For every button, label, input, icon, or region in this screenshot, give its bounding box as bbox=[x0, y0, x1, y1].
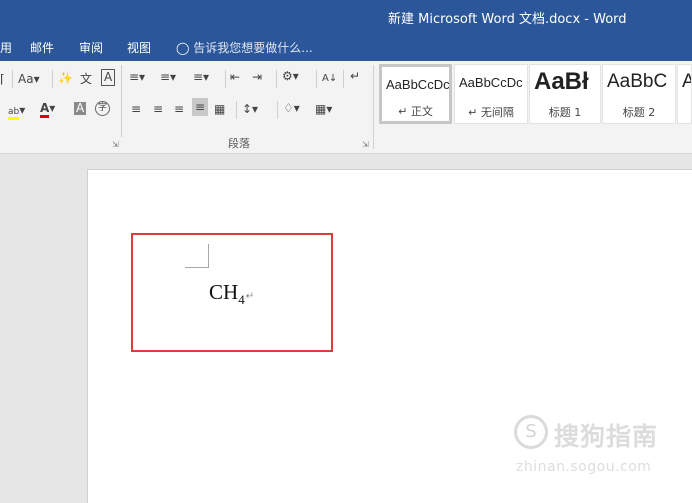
paragraph-group-label: 段落 bbox=[228, 137, 250, 150]
char-border-button[interactable]: A bbox=[101, 69, 116, 86]
shading-bucket-icon[interactable]: ♢▾ bbox=[283, 101, 300, 115]
watermark-brand: 搜狗指南 bbox=[554, 422, 659, 451]
highlight-box bbox=[131, 233, 333, 352]
enclose-char-button[interactable]: 字 bbox=[95, 101, 110, 116]
enclose-label: 字 bbox=[97, 103, 107, 113]
style-normal[interactable]: AaBbCcDc ↵ 正文 bbox=[379, 64, 452, 124]
chinese-layout-button[interactable]: ⚙▾ bbox=[282, 69, 299, 83]
tab-review[interactable]: 审阅 bbox=[79, 39, 103, 56]
ribbon: ⌈ Aa▾ ✨ 文 A ab▾ A▾ A 字 ⇲ ≡▾ ≡▾ ≡▾ ⇤ ⇥ ⚙▾… bbox=[0, 61, 692, 154]
style-title-sample: A bbox=[682, 71, 691, 93]
distributed-icon[interactable]: ▦ bbox=[214, 102, 225, 116]
align-left-icon[interactable]: ≡ bbox=[131, 102, 141, 116]
highlight-label: ab bbox=[8, 107, 20, 120]
justify-icon[interactable]: ≡ bbox=[192, 98, 209, 116]
style-title-partial[interactable]: A bbox=[677, 64, 692, 124]
tell-me-box[interactable]: ◯ 告诉我您想要做什么... bbox=[176, 39, 313, 56]
title-bar: 新建 Microsoft Word 文档.docx - Word bbox=[0, 0, 692, 33]
change-case-button[interactable]: Aa▾ bbox=[18, 72, 40, 86]
phonetic-label: 文 bbox=[80, 72, 93, 86]
text-highlight-button[interactable]: ab▾ bbox=[8, 103, 25, 120]
change-case-label: Aa bbox=[18, 72, 34, 86]
style-heading-1-name: 标题 1 bbox=[548, 106, 582, 119]
tab-references-partial[interactable]: 用 bbox=[0, 39, 12, 56]
borders-button[interactable]: ▦▾ bbox=[315, 102, 332, 116]
sogou-logo-icon: S bbox=[514, 415, 548, 449]
style-normal-sample: AaBbCcDc bbox=[386, 77, 450, 92]
window-title: 新建 Microsoft Word 文档.docx - Word bbox=[388, 12, 627, 27]
shading-label: A bbox=[76, 101, 85, 115]
increase-indent-button[interactable]: ⇥ bbox=[252, 70, 262, 84]
char-shading-button[interactable]: A bbox=[74, 101, 87, 115]
style-heading-1-sample: AaBł bbox=[534, 68, 589, 95]
ribbon-tabs: 用 邮件 审阅 视图 ◯ 告诉我您想要做什么... bbox=[0, 33, 692, 61]
tab-mailings[interactable]: 邮件 bbox=[30, 39, 54, 56]
style-heading-2[interactable]: AaBbC 标题 2 bbox=[602, 64, 676, 124]
tell-me-label: 告诉我您想要做什么... bbox=[193, 41, 313, 55]
sort-button[interactable]: A↓ bbox=[322, 70, 337, 84]
decrease-indent-button[interactable]: ⇤ bbox=[230, 70, 240, 84]
style-heading-2-name: 标题 2 bbox=[622, 106, 656, 119]
font-dropdown-edge-icon[interactable]: ⌈ bbox=[0, 72, 5, 86]
style-heading-2-sample: AaBbC bbox=[607, 71, 668, 92]
numbering-button[interactable]: ≡▾ bbox=[160, 70, 176, 84]
watermark-url: zhinan.sogou.com bbox=[516, 459, 652, 475]
paragraph-dialog-launcher-icon[interactable]: ⇲ bbox=[362, 140, 369, 149]
multilevel-list-button[interactable]: ≡▾ bbox=[193, 70, 209, 84]
show-marks-icon[interactable]: ↵ bbox=[350, 69, 360, 83]
align-right-icon[interactable]: ≡ bbox=[174, 102, 184, 116]
char-border-label: A bbox=[104, 70, 113, 84]
font-color-label: A bbox=[40, 101, 50, 118]
tab-view[interactable]: 视图 bbox=[127, 39, 151, 56]
font-dialog-launcher-icon[interactable]: ⇲ bbox=[112, 140, 119, 149]
style-heading-1[interactable]: AaBł 标题 1 bbox=[529, 64, 601, 124]
phonetic-guide-button[interactable]: 文 bbox=[80, 70, 92, 87]
sort-label: A↓ bbox=[322, 73, 338, 84]
lightbulb-icon: ◯ bbox=[176, 41, 190, 55]
style-no-spacing[interactable]: AaBbCcDc ↵ 无间隔 bbox=[454, 64, 528, 124]
clear-formatting-icon[interactable]: ✨ bbox=[58, 71, 73, 85]
style-no-spacing-name: ↵ 无间隔 bbox=[468, 106, 514, 119]
align-center-icon[interactable]: ≡ bbox=[153, 102, 163, 116]
font-color-button[interactable]: A▾ bbox=[40, 101, 55, 118]
bullets-button[interactable]: ≡▾ bbox=[129, 70, 145, 84]
style-normal-name: ↵ 正文 bbox=[398, 105, 433, 118]
style-no-spacing-sample: AaBbCcDc bbox=[459, 75, 523, 90]
line-spacing-button[interactable]: ↕▾ bbox=[242, 102, 258, 116]
